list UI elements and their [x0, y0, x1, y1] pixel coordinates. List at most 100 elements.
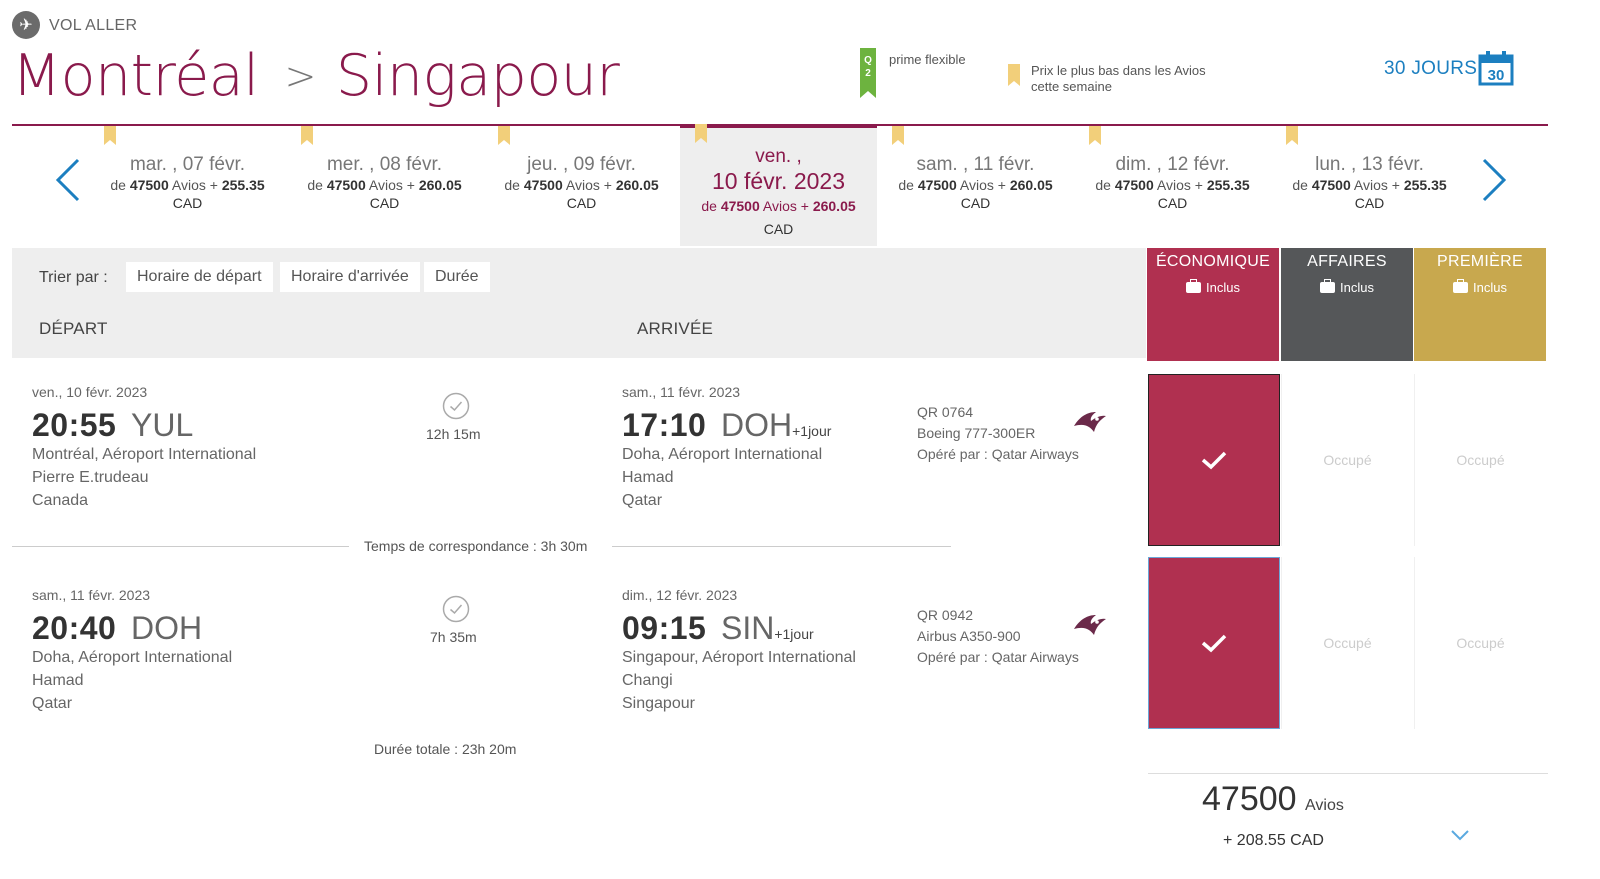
date-label-full: 10 févr. 2023	[712, 168, 845, 194]
date-currency: CAD	[566, 195, 597, 211]
thirty-days-link[interactable]: 30 JOURS	[1384, 58, 1477, 80]
duration-check-icon	[442, 392, 470, 420]
lowest-price-marker-icon	[1008, 64, 1020, 86]
first-fare-cell-unavailable: Occupé	[1414, 374, 1546, 546]
next-day-indicator: +1jour	[774, 626, 814, 642]
route-title: Montréal > Singapour	[12, 43, 620, 109]
date-label: mar. , 07 févr.	[129, 154, 246, 175]
chevron-down-icon[interactable]	[1450, 828, 1470, 842]
arrival-column-header: ARRIVÉE	[637, 319, 714, 338]
departure-airport-name: Montréal, Aéroport International Pierre E…	[32, 446, 257, 509]
date-option[interactable]: dim. , 12 févr. de 47500 Avios + 255.35 …	[1074, 126, 1271, 246]
flight-details: QR 0942 Airbus A350-900 Opéré par : Qata…	[917, 605, 1079, 668]
first-fare-cell-unavailable: Occupé	[1414, 557, 1546, 729]
arrival-airport-name: Singapour, Aéroport International Changi S…	[622, 649, 856, 712]
date-label: sam. , 11 févr.	[916, 154, 1035, 175]
connection-divider-right	[612, 546, 951, 547]
lowest-price-marker-icon	[1285, 126, 1298, 145]
segment-duration: 7h 35m	[430, 629, 477, 645]
departure-airport-code: YUL	[131, 407, 194, 443]
svg-text:2: 2	[865, 68, 871, 79]
date-option[interactable]: mar. , 07 févr. de 47500 Avios + 255.35 …	[89, 126, 286, 246]
date-currency: CAD	[763, 221, 794, 237]
date-label: ven. ,	[755, 146, 802, 167]
economy-fare-cell-selected[interactable]	[1148, 557, 1280, 729]
date-option[interactable]: sam. , 11 févr. de 47500 Avios + 260.05 …	[877, 126, 1074, 246]
flight-number: QR 0764	[917, 404, 974, 420]
date-price: de 47500 Avios + 255.35	[110, 177, 265, 193]
cabin-first-header[interactable]: PREMIÈRE Inclus	[1414, 248, 1546, 361]
sort-by-arrival-button[interactable]: Horaire d'arrivée	[280, 262, 420, 292]
qatar-airways-logo	[1074, 412, 1106, 432]
arrival-date: dim., 12 févr. 2023	[622, 587, 738, 603]
baggage-icon	[1453, 279, 1469, 293]
calendar-number: 30	[1488, 67, 1505, 84]
direction-label: VOL ALLER	[49, 17, 138, 34]
sort-by-duration-button[interactable]: Durée	[424, 262, 490, 292]
sort-label: Trier par :	[39, 269, 108, 286]
departure-column-header: DÉPART	[39, 319, 108, 338]
total-avios: 47500	[1202, 780, 1297, 818]
date-label: dim. , 12 févr.	[1115, 154, 1230, 175]
departure-time: 20:40	[32, 610, 117, 646]
arrival-airport-code: DOH+1jour	[721, 407, 832, 443]
date-price: de 47500 Avios + 260.05	[307, 177, 462, 193]
arrival-time: 17:10	[622, 407, 707, 443]
lowest-price-marker-icon	[103, 126, 116, 145]
departure-airport-name: Doha, Aéroport International Hamad Qatar	[32, 649, 233, 712]
baggage-included: Inclus	[1147, 279, 1279, 295]
sort-bar: Trier par : Horaire de départ Horaire d'…	[12, 248, 1146, 358]
next-dates-arrow-icon[interactable]	[1480, 158, 1508, 202]
departure-airport-code: DOH	[131, 610, 203, 646]
date-currency: CAD	[960, 195, 991, 211]
lowest-price-marker-icon	[891, 126, 904, 145]
plane-icon: ✈	[12, 11, 40, 39]
calendar-icon[interactable]: 30	[1478, 50, 1514, 86]
connection-divider-left	[12, 546, 349, 547]
baggage-included: Inclus	[1281, 279, 1413, 295]
avios-unit: Avios	[1305, 797, 1344, 814]
flight-number: QR 0942	[917, 607, 974, 623]
previous-dates-arrow-icon[interactable]	[54, 158, 82, 202]
economy-fare-cell-selected[interactable]	[1148, 374, 1280, 546]
lowest-price-marker-icon	[694, 124, 707, 143]
departure-time: 20:55	[32, 407, 117, 443]
total-taxes: + 208.55 CAD	[1223, 832, 1324, 849]
destination-city: Singapour	[335, 43, 620, 109]
sort-by-departure-button[interactable]: Horaire de départ	[126, 262, 273, 292]
date-option[interactable]: lun. , 13 févr. de 47500 Avios + 255.35 …	[1271, 126, 1468, 246]
date-label: lun. , 13 févr.	[1315, 154, 1424, 175]
cabin-business-header[interactable]: AFFAIRES Inclus	[1281, 248, 1413, 361]
qatar-airways-logo	[1074, 615, 1106, 635]
date-option-selected[interactable]: ven. , 10 févr. 2023 de 47500 Avios + 26…	[680, 124, 877, 246]
origin-city: Montréal	[12, 43, 259, 109]
duration-check-icon	[442, 595, 470, 623]
next-day-indicator: +1jour	[792, 423, 832, 439]
date-option[interactable]: jeu. , 09 févr. de 47500 Avios + 260.05 …	[483, 126, 680, 246]
route-separator: >	[284, 53, 317, 98]
date-label: jeu. , 09 févr.	[527, 154, 636, 175]
date-price: de 47500 Avios + 260.05	[701, 198, 856, 214]
date-currency: CAD	[1157, 195, 1188, 211]
baggage-included: Inclus	[1414, 279, 1546, 295]
date-option[interactable]: mer. , 08 févr. de 47500 Avios + 260.05 …	[286, 126, 483, 246]
business-fare-cell-unavailable: Occupé	[1281, 557, 1413, 729]
legend-lowest-label: Prix le plus bas dans les Avios cette se…	[1031, 63, 1206, 94]
cabin-name: PREMIÈRE	[1437, 253, 1523, 270]
price-divider	[1148, 773, 1548, 774]
date-price: de 47500 Avios + 260.05	[504, 177, 659, 193]
date-price: de 47500 Avios + 255.35	[1292, 177, 1447, 193]
check-icon	[1201, 634, 1227, 653]
legend-flexible-label: prime flexible	[889, 52, 966, 67]
aircraft-type: Boeing 777-300ER	[917, 425, 1036, 441]
date-currency: CAD	[172, 195, 203, 211]
date-price: de 47500 Avios + 260.05	[898, 177, 1053, 193]
departure-date: sam., 11 févr. 2023	[32, 587, 151, 603]
arrival-airport-name: Doha, Aéroport International Hamad Qatar	[622, 446, 823, 509]
lowest-price-marker-icon	[1088, 126, 1101, 145]
date-label: mer. , 08 févr.	[326, 154, 443, 175]
q2-flexible-ribbon-icon: Q 2	[860, 48, 876, 98]
arrival-date: sam., 11 févr. 2023	[622, 384, 741, 400]
total-duration: Durée totale : 23h 20m	[374, 741, 517, 757]
cabin-economy-header[interactable]: ÉCONOMIQUE Inclus	[1147, 248, 1279, 361]
